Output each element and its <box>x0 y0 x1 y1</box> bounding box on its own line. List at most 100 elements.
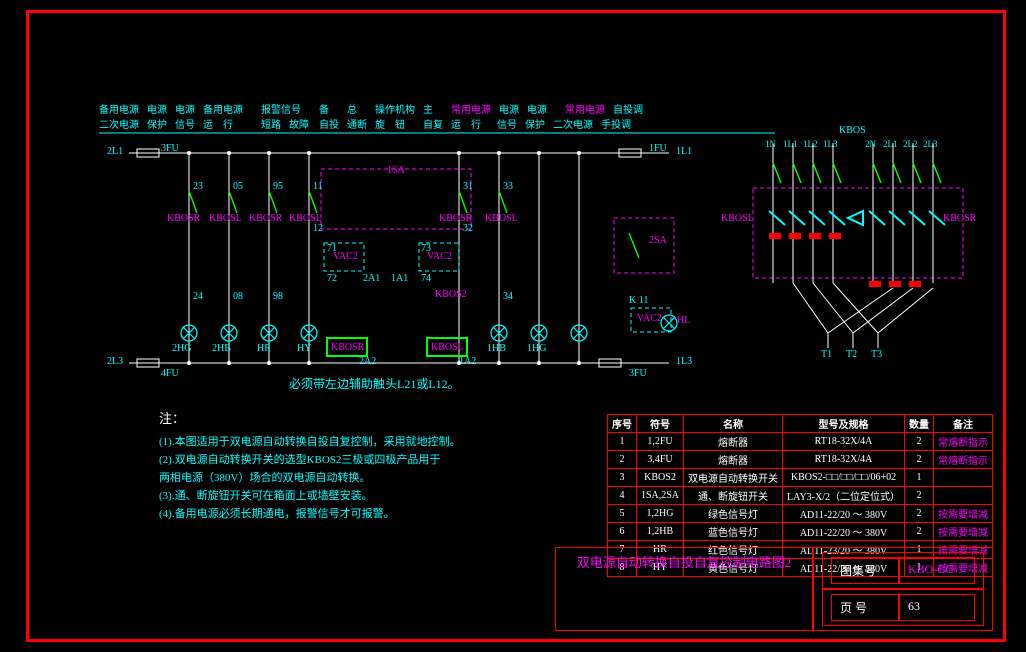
th-1: 符号 <box>636 415 683 433</box>
hdr-r1-4: 报警信号 <box>261 101 319 116</box>
lbl-1FU: 1FU <box>649 143 667 154</box>
note-3: (3).通、断旋钮开关可在箱面上或墙壁安装。 <box>159 487 599 505</box>
cell-1-0: 2 <box>607 451 636 469</box>
c2A2: 2A2 <box>359 356 376 367</box>
cell-5-3: AD11-22/20 ～ 380V <box>783 523 905 541</box>
cell-3-1: 1SA,2SA <box>636 487 683 505</box>
pin-1L1: 1L1 <box>783 139 798 149</box>
cell-3-3: LAY3-X/2（二位定位式） <box>783 487 905 505</box>
c33: 33 <box>503 181 513 192</box>
th-0: 序号 <box>607 415 636 433</box>
cell-2-1: KBOS2 <box>636 469 683 487</box>
lbl-KBOS: KBOS <box>839 125 866 136</box>
cell-0-1: 1,2FU <box>636 433 683 451</box>
c23: 23 <box>193 181 203 192</box>
note-2a: (2).双电源自动转换开关的选型KBOS2三极或四极产品用于 <box>159 451 599 469</box>
hdr-r1-2: 电源 <box>175 101 203 116</box>
power-block: KBOS 1N 1L1 1L2 1L3 2N 2L1 2L2 2L3 KBOSL… <box>743 133 963 353</box>
lbl-HY: HY <box>297 343 311 354</box>
lbl-HL: HL <box>677 315 690 326</box>
c2A1: 2A1 <box>363 273 380 284</box>
lbl-1L1: 1L1 <box>676 146 692 157</box>
cell-2-0: 3 <box>607 469 636 487</box>
hdr-r1-12: 常用电源 <box>565 101 613 116</box>
cell-3-5 <box>934 487 993 505</box>
th-4: 数量 <box>905 415 934 433</box>
hdr-r1-8: 主 <box>423 101 451 116</box>
hdr-r2-10: 钮 <box>395 116 423 131</box>
cell-4-2: 绿色信号灯 <box>684 505 783 523</box>
cell-0-0: 1 <box>607 433 636 451</box>
cell-4-3: AD11-22/20 ～ 380V <box>783 505 905 523</box>
pin-T2: T2 <box>846 349 857 360</box>
hdr-r2-0: 二次电源 <box>99 116 147 131</box>
th-2: 名称 <box>684 415 783 433</box>
coil-KBOSL: KBOSL <box>431 342 464 353</box>
pin-T1: T1 <box>821 349 832 360</box>
lbl-KBOSL: KBOSL <box>721 213 754 224</box>
lbl-VAC2b: VAC2 <box>427 251 452 262</box>
lbl-2L1: 2L1 <box>107 146 123 157</box>
cell-2-4: 1 <box>905 469 934 487</box>
cell-4-0: 5 <box>607 505 636 523</box>
lbl-KBOS2: KBOS2 <box>435 289 467 300</box>
c74: 74 <box>421 273 431 284</box>
hdr-r1-11: 电源 <box>527 101 565 116</box>
c72: 72 <box>327 273 337 284</box>
th-3: 型号及规格 <box>783 415 905 433</box>
pin-1L3: 1L3 <box>823 139 838 149</box>
lbl-KBOSL1: KBOSL <box>209 213 242 224</box>
hdr-r1-10: 电源 <box>499 101 527 116</box>
hdr-r2-5: 短路 <box>261 116 289 131</box>
cell-5-0: 6 <box>607 523 636 541</box>
hdr-r2-6: 故障 <box>289 116 319 131</box>
c1A2: 1A2 <box>459 356 476 367</box>
lbl-KBOSL3: KBOSL <box>485 213 518 224</box>
hdr-r2-14: 信号 <box>497 116 525 131</box>
pin-1L2: 1L2 <box>803 139 818 149</box>
cell-0-4: 2 <box>905 433 934 451</box>
lbl-2HG: 2HG <box>172 343 191 354</box>
note-4: (4).备用电源必须长期通电，报警信号才可报警。 <box>159 505 599 523</box>
cell-3-0: 4 <box>607 487 636 505</box>
hdr-r2-11: 自复 <box>423 116 451 131</box>
cell-5-5: 按需要增减 <box>934 523 993 541</box>
note-main: 必须带左边辅助触头L21或L12。 <box>289 375 460 392</box>
cell-5-4: 2 <box>905 523 934 541</box>
note-2b: 两相电源（380V）场合的双电源自动转换。 <box>159 469 599 487</box>
coil-KBOSR: KBOSR <box>331 342 364 353</box>
cell-4-1: 1,2HG <box>636 505 683 523</box>
cell-0-2: 熔断器 <box>684 433 783 451</box>
lbl-2SA: 2SA <box>649 235 667 246</box>
hdr-r2-12: 运 <box>451 116 471 131</box>
hdr-r1-7: 操作机构 <box>375 101 423 116</box>
lbl-K11: K 11 <box>629 295 648 306</box>
drawing-title: 双电源自动转换自投自复控制电路图2 <box>555 547 813 631</box>
cell-3-4: 2 <box>905 487 934 505</box>
pin-2N: 2N <box>865 139 876 149</box>
hdr-r2-4: 行 <box>223 116 261 131</box>
hdr-r2-15: 保护 <box>525 116 553 131</box>
hdr-r2-2: 信号 <box>175 116 203 131</box>
c98: 98 <box>273 291 283 302</box>
pin-2L1: 2L1 <box>883 139 898 149</box>
c34: 34 <box>503 291 513 302</box>
pin-2L3: 2L3 <box>923 139 938 149</box>
cell-0-5: 常熔断指示 <box>934 433 993 451</box>
hdr-r1-5: 备 <box>319 101 347 116</box>
hdr-r2-17: 手投调 <box>601 116 641 131</box>
cell-2-5 <box>934 469 993 487</box>
note-1: (1).本图适用于双电源自动转换自投自复控制，采用就地控制。 <box>159 433 599 451</box>
c31: 31 <box>463 181 473 192</box>
lbl-1SA: 1SA <box>387 165 405 176</box>
cell-1-3: RT18-32X/4A <box>783 451 905 469</box>
hdr-r1-3: 备用电源 <box>203 101 261 116</box>
lbl-KBOSR1: KBOSR <box>167 213 200 224</box>
schematic-main: 2L1 3FU 2L3 4FU 1FU 1L1 3FU 1L3 23 05 95… <box>109 143 669 393</box>
lbl-4FU: 4FU <box>161 368 179 379</box>
cell-5-2: 蓝色信号灯 <box>684 523 783 541</box>
lbl-1HB: 1HB <box>487 343 506 354</box>
cell-0-3: RT18-32X/4A <box>783 433 905 451</box>
lbl-3FU: 3FU <box>161 143 179 154</box>
lbl-KBOSR2: KBOSR <box>249 213 282 224</box>
